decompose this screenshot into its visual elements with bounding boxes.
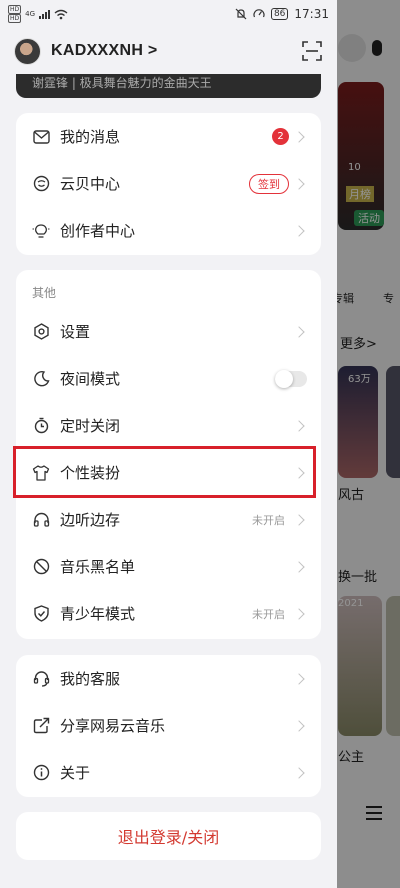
chevron-right-icon: [293, 766, 305, 779]
row-label: 我的消息: [60, 128, 121, 146]
settings-icon: [32, 323, 50, 341]
row-label: 定时关闭: [60, 417, 121, 435]
clock: 17:31: [294, 7, 329, 21]
block-icon: [32, 558, 50, 576]
headphones-icon: [32, 511, 50, 529]
row-customer-service[interactable]: 我的客服: [16, 655, 321, 702]
avatar[interactable]: [14, 37, 41, 65]
row-music-blacklist[interactable]: 音乐黑名单: [16, 543, 321, 590]
battery-indicator: 86: [270, 8, 289, 20]
row-label: 我的客服: [60, 670, 121, 688]
row-label: 关于: [60, 764, 91, 782]
row-label: 青少年模式: [60, 605, 136, 623]
mute-bell-icon: [235, 8, 247, 20]
side-drawer: HD HD 4G 86 17:31 KADXXXNH > 谢霆锋 | 极具舞台魅…: [0, 0, 337, 888]
bulb-icon: [32, 222, 50, 240]
row-label: 音乐黑名单: [60, 558, 136, 576]
sign-in-button[interactable]: 签到: [249, 173, 289, 194]
row-sleep-timer[interactable]: 定时关闭: [16, 402, 321, 449]
section-title-other: 其他: [32, 285, 57, 300]
timer-icon: [32, 417, 50, 435]
promo-banner[interactable]: 谢霆锋 | 极具舞台魅力的金曲天王: [16, 74, 321, 98]
account-card: 我的消息 2 云贝中心 签到 创作者中心: [16, 113, 321, 255]
share-icon: [32, 717, 50, 735]
info-icon: [32, 764, 50, 782]
chevron-right-icon: [293, 177, 305, 190]
chevron-right-icon: [293, 607, 305, 620]
speedometer-icon: [253, 9, 265, 18]
chevron-right-icon: [293, 325, 305, 338]
row-label: 云贝中心: [60, 175, 121, 193]
support-card: 我的客服 分享网易云音乐 关于: [16, 655, 321, 797]
shield-icon: [32, 605, 50, 623]
row-label: 分享网易云音乐: [60, 717, 166, 735]
row-teen-mode[interactable]: 青少年模式 未开启: [16, 590, 321, 637]
status-text: 未开启: [252, 513, 285, 527]
chevron-right-icon: [293, 224, 305, 237]
mail-icon: [32, 128, 50, 146]
chevron-right-icon: [293, 672, 305, 685]
row-share-app[interactable]: 分享网易云音乐: [16, 702, 321, 749]
drawer-header: KADXXXNH >: [0, 28, 337, 74]
sim1-label: HD: [8, 5, 22, 14]
signal-icon: [39, 9, 51, 19]
row-creator-center[interactable]: 创作者中心: [16, 207, 321, 254]
row-night-mode[interactable]: 夜间模式: [16, 355, 321, 402]
chevron-right-icon: [293, 719, 305, 732]
username-link[interactable]: KADXXXNH >: [51, 42, 158, 60]
sim2-label: HD: [8, 14, 22, 23]
row-label: 夜间模式: [60, 370, 121, 388]
row-label: 设置: [60, 323, 91, 341]
chevron-right-icon: [293, 130, 305, 143]
row-label: 创作者中心: [60, 222, 136, 240]
unread-badge: 2: [272, 128, 289, 145]
scan-icon[interactable]: [301, 40, 323, 62]
row-label: 边听边存: [60, 511, 121, 529]
night-mode-toggle[interactable]: [275, 369, 307, 388]
sim-indicators: HD HD: [8, 5, 22, 23]
row-my-messages[interactable]: 我的消息 2: [16, 113, 321, 160]
logout-button[interactable]: 退出登录/关闭: [16, 812, 321, 860]
row-settings[interactable]: 设置: [16, 308, 321, 355]
chevron-right-icon: [293, 419, 305, 432]
headset-icon: [32, 670, 50, 688]
chevron-right-icon: [293, 560, 305, 573]
status-bar: HD HD 4G 86 17:31: [0, 0, 337, 28]
moon-icon: [32, 370, 50, 388]
row-about[interactable]: 关于: [16, 749, 321, 796]
row-cloud-coin-center[interactable]: 云贝中心 签到: [16, 160, 321, 207]
coin-icon: [32, 175, 50, 193]
highlight-box: [13, 446, 316, 498]
network-label: 4G: [25, 10, 36, 18]
chevron-right-icon: [293, 513, 305, 526]
row-listen-and-save[interactable]: 边听边存 未开启: [16, 496, 321, 543]
status-text: 未开启: [252, 607, 285, 621]
wifi-icon: [54, 9, 68, 19]
